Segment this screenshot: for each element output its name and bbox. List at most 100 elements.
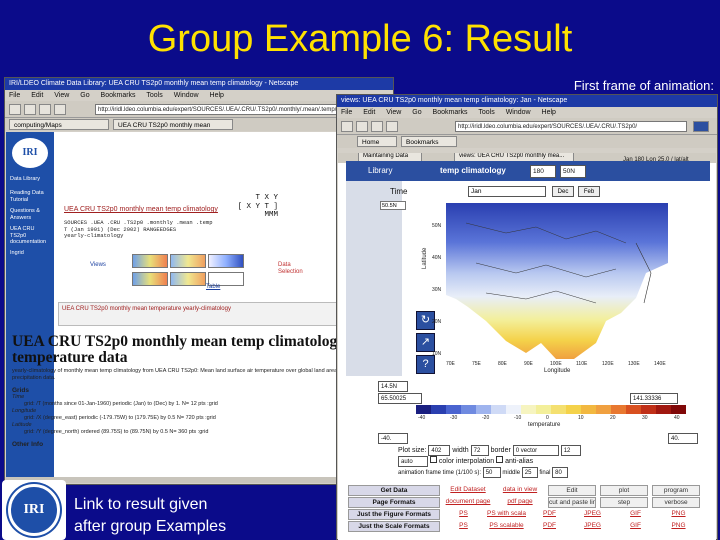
thumbnail-map[interactable] [170, 254, 206, 268]
format-link[interactable]: PS [444, 509, 483, 520]
format-link[interactable]: PS with scalable [487, 509, 526, 520]
menu-view[interactable]: View [54, 92, 69, 99]
tab-bar: computing/Maps UEA CRU TS2p0 monthly mea… [5, 118, 393, 131]
font-size-select[interactable]: 12 [560, 445, 581, 456]
back-icon[interactable] [9, 104, 21, 115]
menu-go[interactable]: Go [80, 92, 89, 99]
lat-top-field[interactable]: 50.5N [380, 201, 406, 210]
format-link[interactable]: PDF [530, 509, 569, 520]
lon-right-field[interactable]: 141.33336 [630, 393, 678, 404]
window-title: views: UEA CRU TS2p0 monthly mean temp c… [337, 95, 717, 107]
format-link[interactable]: JPEG [573, 521, 612, 532]
menu-edit[interactable]: Edit [363, 109, 375, 116]
thumbnail-map[interactable] [132, 272, 168, 286]
menu-window[interactable]: Window [174, 92, 199, 99]
forward-icon[interactable] [356, 121, 368, 132]
format-link[interactable]: program [652, 485, 700, 496]
format-link[interactable]: plot [600, 485, 648, 496]
menu-tools[interactable]: Tools [478, 109, 494, 116]
selection-link[interactable]: Selection [278, 269, 303, 276]
colorbar-tick-label: -30 [450, 415, 458, 421]
dataset-heading-link[interactable]: UEA CRU TS2p0 monthly mean temp climatol… [64, 206, 218, 213]
plot-size-field[interactable]: 402 [428, 445, 451, 456]
format-link[interactable]: verbose [652, 497, 700, 508]
stop-icon[interactable] [54, 104, 66, 115]
format-link[interactable]: document page [444, 497, 492, 508]
thumbnail-map[interactable] [132, 254, 168, 268]
dataset-path-links[interactable]: UEA CRU TS2p0 monthly mean temperature y… [58, 302, 338, 326]
format-link[interactable]: GIF [616, 521, 655, 532]
iri-logo[interactable]: IRI [12, 138, 48, 168]
border-field[interactable]: 0 vector [512, 445, 559, 456]
menu-window[interactable]: Window [506, 109, 531, 116]
sidebar-link-data-library[interactable]: Data Library [10, 176, 52, 183]
sidebar-link-ingrid[interactable]: Ingrid [10, 250, 52, 257]
format-link[interactable]: PS [444, 521, 483, 532]
home-button[interactable]: Home [357, 136, 397, 147]
menu-bookmarks[interactable]: Bookmarks [101, 92, 136, 99]
lon-left-field[interactable]: 65.50025 [378, 393, 422, 404]
tab-uea-cru[interactable]: UEA CRU TS2p0 monthly mean [113, 119, 233, 130]
menu-view[interactable]: View [386, 109, 401, 116]
anim-field[interactable]: 50 [482, 467, 501, 478]
menu-help[interactable]: Help [210, 92, 224, 99]
back-icon[interactable] [341, 121, 353, 132]
menu-edit[interactable]: Edit [31, 92, 43, 99]
thumbnail-map[interactable] [208, 254, 244, 268]
grid-nav-line2[interactable]: [ X Y T ] MMM [228, 203, 278, 220]
thumbnail-map[interactable] [170, 272, 206, 286]
data-link[interactable]: Data [278, 262, 303, 269]
format-link[interactable]: Edit Dataset [444, 485, 492, 496]
middle-field[interactable]: 25 [521, 467, 538, 478]
format-link[interactable]: PDF [530, 521, 569, 532]
dec-button[interactable]: Dec [552, 186, 574, 197]
table-row: Page Formats document page pdf page cut and… [348, 497, 708, 508]
format-link[interactable]: step [600, 497, 648, 508]
url-field[interactable]: http://iridl.ldeo.columbia.edu/expert/SO… [455, 121, 687, 132]
checkbox-icon[interactable] [496, 456, 504, 463]
min-value-field[interactable]: -40. [378, 433, 408, 444]
format-link[interactable]: PS scalable [487, 521, 526, 532]
lon-cell[interactable]: 180 [530, 165, 556, 178]
format-link[interactable]: pdf page [496, 497, 544, 508]
forward-icon[interactable] [24, 104, 36, 115]
grid-nav-line1[interactable]: T X Y [228, 194, 278, 203]
sidebar-link-tutorial[interactable]: Reading Data Tutorial [10, 190, 52, 203]
format-link[interactable]: PNG [659, 509, 698, 520]
max-value-field[interactable]: 40. [668, 433, 698, 444]
checkbox-icon[interactable] [429, 456, 437, 463]
zoom-icon[interactable]: ↗ [416, 333, 435, 352]
reload-icon[interactable] [39, 104, 51, 115]
tab-computing-maps[interactable]: computing/Maps [9, 119, 109, 130]
menu-go[interactable]: Go [412, 109, 421, 116]
library-label[interactable]: Library [346, 161, 406, 181]
lat-cell[interactable]: 50N [560, 165, 586, 178]
final-field[interactable]: 80 [552, 467, 569, 478]
lat-bottom-field[interactable]: 14.5N [378, 381, 408, 392]
menu-file[interactable]: File [9, 92, 20, 99]
format-link[interactable]: data in view [496, 485, 544, 496]
menu-tools[interactable]: Tools [146, 92, 162, 99]
menu-help[interactable]: Help [542, 109, 556, 116]
auto-select[interactable]: auto [398, 456, 428, 467]
temperature-map[interactable] [446, 203, 668, 359]
format-link[interactable]: GIF [616, 509, 655, 520]
format-link[interactable]: cut and paste link [548, 497, 596, 508]
menu-file[interactable]: File [341, 109, 352, 116]
feb-button[interactable]: Feb [578, 186, 600, 197]
sidebar-link-qa[interactable]: Questions & Answers [10, 208, 52, 221]
width-field[interactable]: 72 [470, 445, 489, 456]
format-link[interactable]: Edit [548, 485, 596, 496]
table-link[interactable]: Table [206, 284, 220, 290]
reload-icon[interactable] [371, 121, 383, 132]
view-thumbnails [64, 252, 274, 292]
bookmarks-button[interactable]: Bookmarks [401, 136, 457, 147]
format-link[interactable]: PNG [659, 521, 698, 532]
sidebar-link-documentation[interactable]: UEA CRU TS2p0 documentation [10, 226, 52, 246]
help-icon[interactable]: ? [416, 355, 435, 374]
format-link[interactable]: JPEG [573, 509, 612, 520]
time-field[interactable]: Jan [468, 186, 546, 197]
stop-icon[interactable] [386, 121, 398, 132]
menu-bookmarks[interactable]: Bookmarks [433, 109, 468, 116]
views-label[interactable]: Views [90, 262, 106, 268]
